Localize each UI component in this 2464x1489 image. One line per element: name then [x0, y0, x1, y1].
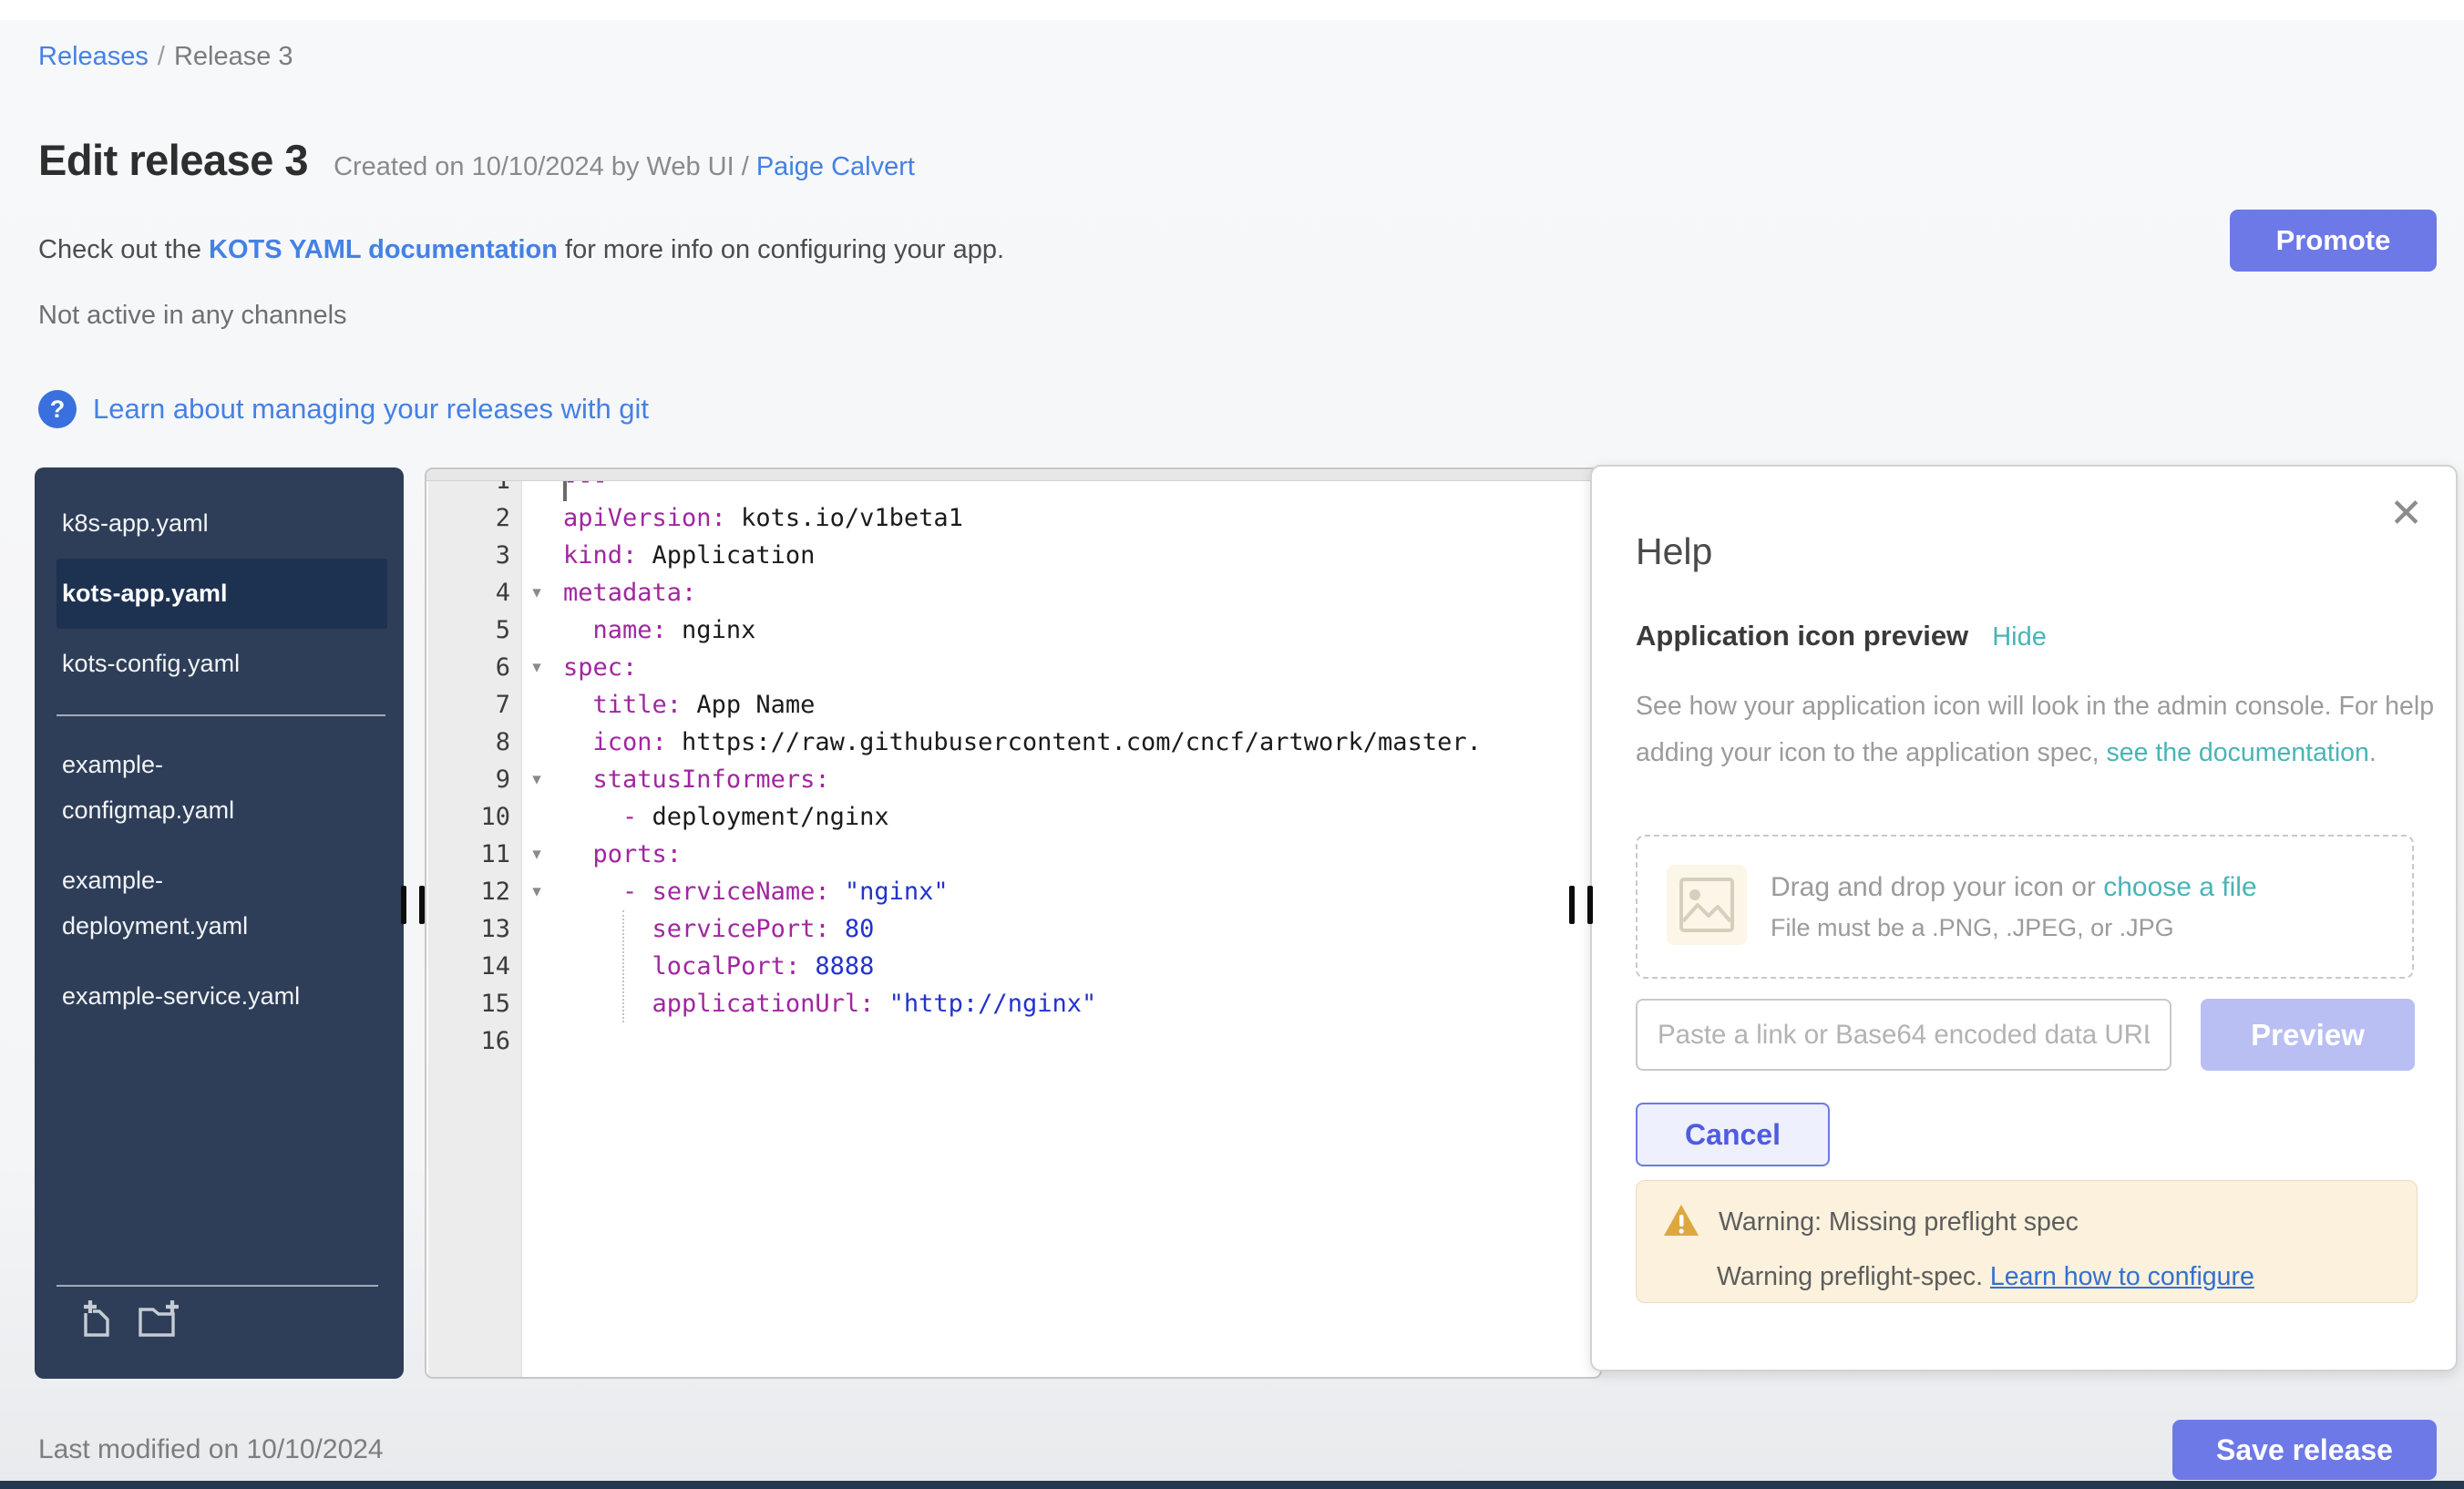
line-number: 8 — [426, 724, 510, 761]
learn-configure-link[interactable]: Learn how to configure — [1990, 1262, 2254, 1291]
line-number: 3 — [426, 537, 510, 574]
bottom-navy-strip — [0, 1481, 2464, 1489]
file-group-top: k8s-app.yamlkots-app.yamlkots-config.yam… — [35, 488, 404, 699]
warning-detail: Warning preflight-spec. Learn how to con… — [1662, 1262, 2391, 1292]
code-line[interactable]: 8 icon: https://raw.githubusercontent.co… — [426, 724, 1600, 761]
code-line[interactable]: 10 - deployment/nginx — [426, 798, 1600, 836]
cancel-button[interactable]: Cancel — [1636, 1103, 1830, 1166]
line-number: 2 — [426, 499, 510, 537]
code-line[interactable]: 14 localPort: 8888 — [426, 948, 1600, 985]
image-placeholder-icon — [1667, 865, 1747, 950]
line-number: 12 — [426, 873, 510, 910]
warning-title: Warning: Missing preflight spec — [1719, 1207, 2079, 1237]
line-number: 9 — [426, 761, 510, 798]
breadcrumb-separator: / — [158, 42, 165, 71]
line-number: 6 — [426, 649, 510, 686]
code-line[interactable]: 11▾ ports: — [426, 836, 1600, 873]
fold-arrow-icon[interactable]: ▾ — [521, 649, 552, 686]
dropzone-hint: File must be a .PNG, .JPEG, or .JPG — [1771, 914, 2257, 942]
line-number: 4 — [426, 574, 510, 611]
code-line[interactable]: 16 — [426, 1022, 1600, 1060]
last-modified-text: Last modified on 10/10/2024 — [38, 1434, 384, 1465]
section-title: Application icon preview — [1636, 620, 1968, 652]
docs-hint-line: Check out the KOTS YAML documentation fo… — [38, 235, 1004, 265]
code-line[interactable]: 4▾metadata: — [426, 574, 1600, 611]
top-white-strip — [0, 0, 2464, 20]
save-release-button[interactable]: Save release — [2172, 1420, 2437, 1480]
add-file-icon[interactable] — [75, 1299, 117, 1345]
file-item[interactable]: k8s-app.yaml — [35, 488, 404, 559]
file-group-bottom: example-configmap.yaml example-deployment… — [35, 742, 404, 1043]
breadcrumb-releases-link[interactable]: Releases — [38, 42, 149, 71]
code-line[interactable]: 3kind: Application — [426, 537, 1600, 574]
code-line[interactable]: 13 servicePort: 80 — [426, 910, 1600, 948]
code-line[interactable]: 7 title: App Name — [426, 686, 1600, 724]
preview-button[interactable]: Preview — [2201, 999, 2415, 1071]
line-number: 16 — [426, 1022, 510, 1060]
release-created-meta: Created on 10/10/2024 by Web UI / Paige … — [334, 152, 915, 182]
editor-top-scroll-strip — [426, 469, 1600, 481]
breadcrumb: Releases / Release 3 — [38, 42, 293, 72]
preflight-warning: Warning: Missing preflight spec Warning … — [1636, 1180, 2418, 1303]
release-editor-page: Releases / Release 3 Edit release 3 Create… — [0, 0, 2464, 1489]
kots-yaml-docs-link[interactable]: KOTS YAML documentation — [209, 235, 558, 264]
close-icon[interactable]: ✕ — [2389, 494, 2423, 534]
code-line[interactable]: 12▾ - serviceName: "nginx" — [426, 873, 1600, 910]
sidebar-resize-handle-bar[interactable] — [419, 886, 425, 924]
icon-preview-description: See how your application icon will look … — [1636, 683, 2438, 776]
line-number: 15 — [426, 985, 510, 1022]
sidebar-divider — [56, 714, 385, 716]
fold-arrow-icon[interactable]: ▾ — [521, 574, 552, 611]
file-item[interactable]: example-configmap.yaml — [35, 742, 404, 833]
line-number: 11 — [426, 836, 510, 873]
help-panel-title: Help — [1636, 530, 1712, 573]
title-row: Edit release 3 Created on 10/10/2024 by … — [38, 135, 915, 185]
promote-button[interactable]: Promote — [2230, 210, 2437, 272]
git-releases-link[interactable]: Learn about managing your releases with … — [93, 393, 649, 426]
add-folder-icon[interactable] — [137, 1299, 184, 1345]
line-number: 14 — [426, 948, 510, 985]
sidebar-resize-handle-bar[interactable] — [401, 886, 406, 924]
channel-status: Not active in any channels — [38, 301, 347, 331]
yaml-code-editor[interactable]: 1---2apiVersion: kots.io/v1beta13kind: A… — [425, 467, 1602, 1379]
page-title: Edit release 3 — [38, 135, 308, 185]
file-item[interactable]: example-service.yaml — [35, 973, 404, 1019]
breadcrumb-current: Release 3 — [174, 42, 293, 71]
code-line[interactable]: 2apiVersion: kots.io/v1beta1 — [426, 499, 1600, 537]
see-documentation-link[interactable]: see the documentation — [2107, 738, 2369, 767]
fold-arrow-icon[interactable]: ▾ — [521, 836, 552, 873]
code-line[interactable]: 15 applicationUrl: "http://nginx" — [426, 985, 1600, 1022]
fold-arrow-icon[interactable]: ▾ — [521, 873, 552, 910]
icon-preview-section-header: Application icon preview Hide — [1636, 620, 2047, 652]
file-item[interactable]: kots-app.yaml — [56, 559, 387, 629]
help-resize-handle-bar[interactable] — [1587, 886, 1593, 924]
file-item[interactable]: example-deployment.yaml — [35, 857, 404, 949]
code-line[interactable]: 5 name: nginx — [426, 611, 1600, 649]
git-help-row: ? Learn about managing your releases wit… — [38, 390, 649, 428]
file-item[interactable]: kots-config.yaml — [35, 629, 404, 699]
choose-file-link[interactable]: choose a file — [2103, 872, 2256, 902]
sidebar-actions — [75, 1299, 184, 1345]
warning-triangle-icon — [1662, 1203, 1700, 1242]
code-lines[interactable]: 1---2apiVersion: kots.io/v1beta13kind: A… — [426, 467, 1600, 1060]
code-line[interactable]: 9▾ statusInformers: — [426, 761, 1600, 798]
dropzone-text: Drag and drop your icon or choose a file… — [1771, 872, 2257, 942]
line-number: 13 — [426, 910, 510, 948]
line-number: 7 — [426, 686, 510, 724]
hide-link[interactable]: Hide — [1992, 622, 2047, 652]
code-line[interactable]: 6▾spec: — [426, 649, 1600, 686]
help-panel: ✕ Help Application icon preview Hide See… — [1590, 465, 2458, 1371]
file-sidebar: k8s-app.yamlkots-app.yamlkots-config.yam… — [35, 467, 404, 1379]
indent-guide — [622, 910, 624, 1022]
question-icon: ? — [38, 390, 77, 428]
line-number: 10 — [426, 798, 510, 836]
sidebar-bottom-divider — [56, 1285, 378, 1287]
text-cursor — [563, 481, 567, 501]
author-link[interactable]: Paige Calvert — [756, 152, 915, 181]
fold-arrow-icon[interactable]: ▾ — [521, 761, 552, 798]
line-number: 5 — [426, 611, 510, 649]
icon-dropzone[interactable]: Drag and drop your icon or choose a file… — [1636, 835, 2414, 979]
icon-link-input[interactable] — [1636, 999, 2171, 1071]
help-resize-handle-bar[interactable] — [1569, 886, 1575, 924]
